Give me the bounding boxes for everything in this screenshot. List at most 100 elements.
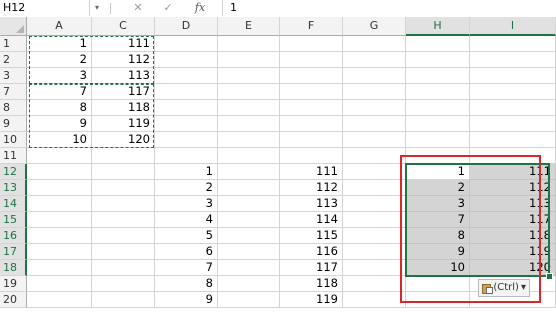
row-header-15[interactable]: 15 bbox=[0, 212, 27, 228]
cell-g14[interactable] bbox=[343, 196, 406, 212]
cell-d14[interactable]: 3 bbox=[155, 196, 218, 212]
row-header-18[interactable]: 18 bbox=[0, 260, 27, 276]
fill-handle[interactable] bbox=[546, 273, 553, 280]
cell-g15[interactable] bbox=[343, 212, 406, 228]
column-header-g[interactable]: G bbox=[343, 17, 406, 36]
cell-e18[interactable] bbox=[218, 260, 280, 276]
cell-d10[interactable] bbox=[155, 132, 218, 148]
cell-h13[interactable]: 2 bbox=[406, 180, 470, 196]
cell-h3[interactable] bbox=[406, 68, 470, 84]
row-header-10[interactable]: 10 bbox=[0, 132, 27, 148]
cell-c2[interactable]: 112 bbox=[92, 52, 155, 68]
cell-e16[interactable] bbox=[218, 228, 280, 244]
cell-d17[interactable]: 6 bbox=[155, 244, 218, 260]
cell-g13[interactable] bbox=[343, 180, 406, 196]
cell-f7[interactable] bbox=[280, 84, 343, 100]
cell-h12[interactable]: 1 bbox=[406, 164, 470, 180]
row-header-2[interactable]: 2 bbox=[0, 52, 27, 68]
cell-d12[interactable]: 1 bbox=[155, 164, 218, 180]
cell-h7[interactable] bbox=[406, 84, 470, 100]
cell-f9[interactable] bbox=[280, 116, 343, 132]
column-header-d[interactable]: D bbox=[155, 17, 218, 36]
row-header-9[interactable]: 9 bbox=[0, 116, 27, 132]
cell-a11[interactable] bbox=[27, 148, 92, 164]
cell-e19[interactable] bbox=[218, 276, 280, 292]
cell-i9[interactable] bbox=[470, 116, 556, 132]
cell-a2[interactable]: 2 bbox=[27, 52, 92, 68]
cell-d16[interactable]: 5 bbox=[155, 228, 218, 244]
cell-f3[interactable] bbox=[280, 68, 343, 84]
cell-i1[interactable] bbox=[470, 36, 556, 52]
cell-h11[interactable] bbox=[406, 148, 470, 164]
column-header-i[interactable]: I bbox=[470, 17, 556, 36]
cell-h2[interactable] bbox=[406, 52, 470, 68]
cell-d15[interactable]: 4 bbox=[155, 212, 218, 228]
cell-a10[interactable]: 10 bbox=[27, 132, 92, 148]
cell-c7[interactable]: 117 bbox=[92, 84, 155, 100]
cell-i2[interactable] bbox=[470, 52, 556, 68]
cell-e13[interactable] bbox=[218, 180, 280, 196]
cell-e11[interactable] bbox=[218, 148, 280, 164]
column-header-a[interactable]: A bbox=[27, 17, 92, 36]
cell-e15[interactable] bbox=[218, 212, 280, 228]
row-header-11[interactable]: 11 bbox=[0, 148, 27, 164]
cell-d20[interactable]: 9 bbox=[155, 292, 218, 308]
cell-g2[interactable] bbox=[343, 52, 406, 68]
worksheet-grid[interactable]: A C D E F G H I 1 1 111 2 2 112 3 3 113 7 7 117 8 8 118 9 9 119 10… bbox=[0, 17, 556, 312]
cell-h8[interactable] bbox=[406, 100, 470, 116]
cell-a18[interactable] bbox=[27, 260, 92, 276]
cell-e2[interactable] bbox=[218, 52, 280, 68]
cell-f1[interactable] bbox=[280, 36, 343, 52]
cell-g19[interactable] bbox=[343, 276, 406, 292]
row-header-7[interactable]: 7 bbox=[0, 84, 27, 100]
cell-e10[interactable] bbox=[218, 132, 280, 148]
cell-h16[interactable]: 8 bbox=[406, 228, 470, 244]
cell-c15[interactable] bbox=[92, 212, 155, 228]
cell-f16[interactable]: 115 bbox=[280, 228, 343, 244]
cell-d7[interactable] bbox=[155, 84, 218, 100]
cell-i13[interactable]: 112 bbox=[470, 180, 556, 196]
cell-c3[interactable]: 113 bbox=[92, 68, 155, 84]
row-header-13[interactable]: 13 bbox=[0, 180, 27, 196]
cancel-icon[interactable]: ✕ bbox=[130, 0, 146, 16]
cell-a17[interactable] bbox=[27, 244, 92, 260]
cell-f8[interactable] bbox=[280, 100, 343, 116]
cell-a12[interactable] bbox=[27, 164, 92, 180]
cell-i18[interactable]: 120 bbox=[470, 260, 556, 276]
cell-d19[interactable]: 8 bbox=[155, 276, 218, 292]
row-header-1[interactable]: 1 bbox=[0, 36, 27, 52]
cell-a9[interactable]: 9 bbox=[27, 116, 92, 132]
row-header-17[interactable]: 17 bbox=[0, 244, 27, 260]
cell-h1[interactable] bbox=[406, 36, 470, 52]
cell-g3[interactable] bbox=[343, 68, 406, 84]
cell-f11[interactable] bbox=[280, 148, 343, 164]
cell-h9[interactable] bbox=[406, 116, 470, 132]
cell-g8[interactable] bbox=[343, 100, 406, 116]
enter-icon[interactable]: ✓ bbox=[160, 0, 176, 16]
cell-i8[interactable] bbox=[470, 100, 556, 116]
cell-e14[interactable] bbox=[218, 196, 280, 212]
cell-g17[interactable] bbox=[343, 244, 406, 260]
cell-d18[interactable]: 7 bbox=[155, 260, 218, 276]
cell-h20[interactable] bbox=[406, 292, 470, 308]
cell-a1[interactable]: 1 bbox=[27, 36, 92, 52]
cell-e12[interactable] bbox=[218, 164, 280, 180]
select-all-corner[interactable] bbox=[0, 17, 27, 36]
cell-c9[interactable]: 119 bbox=[92, 116, 155, 132]
row-header-8[interactable]: 8 bbox=[0, 100, 27, 116]
cell-e1[interactable] bbox=[218, 36, 280, 52]
cell-d8[interactable] bbox=[155, 100, 218, 116]
cell-a14[interactable] bbox=[27, 196, 92, 212]
row-header-3[interactable]: 3 bbox=[0, 68, 27, 84]
row-header-12[interactable]: 12 bbox=[0, 164, 27, 180]
cell-a7[interactable]: 7 bbox=[27, 84, 92, 100]
cell-i15[interactable]: 117 bbox=[470, 212, 556, 228]
cell-h14[interactable]: 3 bbox=[406, 196, 470, 212]
cell-g9[interactable] bbox=[343, 116, 406, 132]
cell-c18[interactable] bbox=[92, 260, 155, 276]
cell-e9[interactable] bbox=[218, 116, 280, 132]
cell-f15[interactable]: 114 bbox=[280, 212, 343, 228]
cell-f19[interactable]: 118 bbox=[280, 276, 343, 292]
cell-c13[interactable] bbox=[92, 180, 155, 196]
column-header-e[interactable]: E bbox=[218, 17, 280, 36]
